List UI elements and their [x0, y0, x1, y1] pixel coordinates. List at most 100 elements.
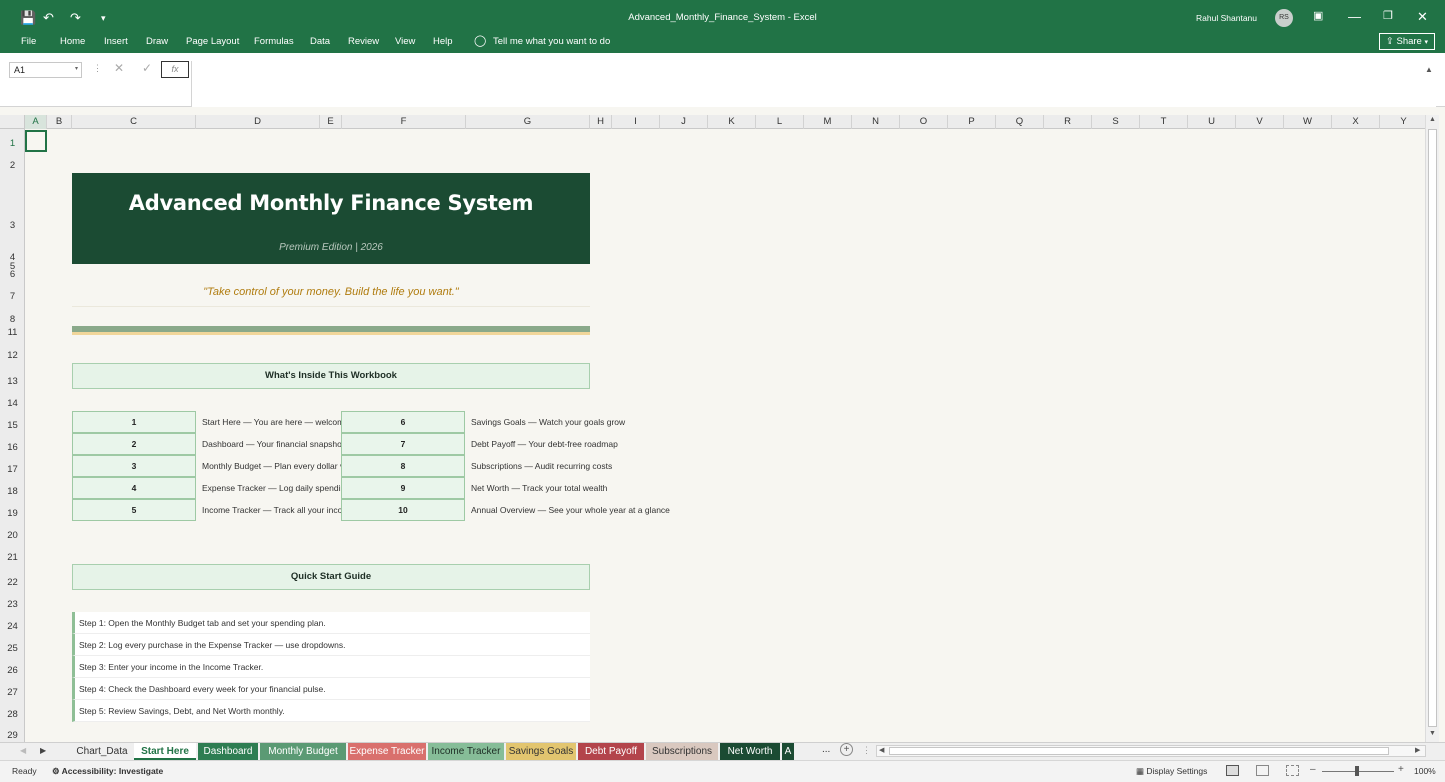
row-header[interactable]: 8 — [0, 314, 25, 325]
column-header[interactable]: L — [756, 115, 804, 129]
contents-number[interactable]: 8 — [341, 455, 465, 477]
row-header[interactable]: 19 — [0, 508, 25, 519]
select-all-corner[interactable] — [0, 115, 25, 129]
column-header[interactable]: E — [320, 115, 342, 129]
step-row[interactable]: Step 1: Open the Monthly Budget tab and … — [72, 612, 590, 634]
column-header[interactable]: C — [72, 115, 196, 129]
scroll-down-icon[interactable]: ▼ — [1429, 730, 1436, 737]
zoom-in-icon[interactable]: + — [1398, 764, 1404, 775]
contents-description[interactable]: Start Here — You are here — welcom — [197, 411, 341, 433]
vertical-scroll-thumb[interactable] — [1428, 129, 1437, 727]
avatar[interactable]: RS — [1275, 9, 1293, 27]
tell-me-search[interactable]: Tell me what you want to do — [493, 36, 610, 47]
column-header[interactable]: M — [804, 115, 852, 129]
row-header[interactable]: 13 — [0, 376, 25, 387]
user-name[interactable]: Rahul Shantanu — [1196, 13, 1257, 23]
column-header[interactable]: K — [708, 115, 756, 129]
page-layout-view-icon[interactable] — [1256, 765, 1269, 776]
tab-file[interactable]: File — [21, 36, 36, 47]
tab-view[interactable]: View — [395, 36, 415, 47]
step-row[interactable]: Step 2: Log every purchase in the Expens… — [72, 634, 590, 656]
horizontal-scrollbar[interactable]: ◀ ▶ — [876, 745, 1426, 757]
sheet-tab[interactable]: Expense Tracker — [348, 743, 426, 760]
horizontal-scroll-thumb[interactable] — [889, 747, 1389, 755]
row-header[interactable]: 22 — [0, 577, 25, 588]
prev-sheet-icon[interactable]: ◀ — [20, 746, 26, 755]
column-header[interactable]: V — [1236, 115, 1284, 129]
minimize-icon[interactable]: — — [1348, 9, 1361, 24]
scroll-right-icon[interactable]: ▶ — [1415, 746, 1420, 754]
column-header[interactable]: S — [1092, 115, 1140, 129]
column-header[interactable]: U — [1188, 115, 1236, 129]
sheet-tab[interactable]: Debt Payoff — [578, 743, 644, 760]
sheet-tab[interactable]: A — [782, 743, 794, 760]
row-header[interactable]: 25 — [0, 643, 25, 654]
sheet-tab[interactable]: Start Here — [134, 743, 196, 760]
step-row[interactable]: Step 5: Review Savings, Debt, and Net Wo… — [72, 700, 590, 722]
contents-number[interactable]: 5 — [72, 499, 196, 521]
contents-description[interactable]: Net Worth — Track your total wealth — [466, 477, 696, 499]
next-sheet-icon[interactable]: ▶ — [40, 746, 46, 755]
row-header[interactable]: 7 — [0, 291, 25, 302]
row-header[interactable]: 1 — [0, 138, 25, 149]
contents-number[interactable]: 2 — [72, 433, 196, 455]
tab-home[interactable]: Home — [60, 36, 85, 47]
zoom-out-icon[interactable]: – — [1310, 764, 1316, 775]
active-cell-a1[interactable] — [25, 130, 47, 152]
sheet-tab[interactable]: Dashboard — [198, 743, 258, 760]
enter-icon[interactable]: ✓ — [142, 61, 152, 75]
contents-number[interactable]: 7 — [341, 433, 465, 455]
row-header[interactable]: 16 — [0, 442, 25, 453]
column-header[interactable]: P — [948, 115, 996, 129]
contents-description[interactable]: Debt Payoff — Your debt-free roadmap — [466, 433, 696, 455]
row-header[interactable]: 17 — [0, 464, 25, 475]
column-header[interactable]: Y — [1380, 115, 1428, 129]
row-header[interactable]: 3 — [0, 220, 25, 231]
contents-description[interactable]: Savings Goals — Watch your goals grow — [466, 411, 696, 433]
column-header[interactable]: N — [852, 115, 900, 129]
scroll-up-icon[interactable]: ▲ — [1429, 116, 1436, 123]
column-header[interactable]: X — [1332, 115, 1380, 129]
row-header[interactable]: 26 — [0, 665, 25, 676]
column-header[interactable]: W — [1284, 115, 1332, 129]
tab-splitter-icon[interactable]: ⋮ — [862, 745, 871, 756]
sheet-tab[interactable]: Chart_Data — [72, 743, 132, 760]
contents-number[interactable]: 9 — [341, 477, 465, 499]
sheet-tab[interactable]: Income Tracker — [428, 743, 504, 760]
vertical-scrollbar[interactable]: ▲ ▼ — [1425, 115, 1439, 742]
contents-description[interactable]: Income Tracker — Track all your inco — [197, 499, 341, 521]
share-button[interactable]: ⇪ Share ▾ — [1378, 33, 1435, 50]
column-header[interactable]: T — [1140, 115, 1188, 129]
tab-draw[interactable]: Draw — [146, 36, 168, 47]
row-header[interactable]: 18 — [0, 486, 25, 497]
row-header[interactable]: 23 — [0, 599, 25, 610]
step-row[interactable]: Step 4: Check the Dashboard every week f… — [72, 678, 590, 700]
name-box[interactable]: A1 ▾ — [9, 62, 82, 78]
add-sheet-icon[interactable]: + — [840, 743, 853, 756]
tab-insert[interactable]: Insert — [104, 36, 128, 47]
contents-description[interactable]: Monthly Budget — Plan every dollar v — [197, 455, 341, 477]
section-quick-start[interactable]: Quick Start Guide — [72, 564, 590, 590]
column-header[interactable]: B — [47, 115, 72, 129]
row-header[interactable]: 20 — [0, 530, 25, 541]
sheet-tab[interactable]: Savings Goals — [506, 743, 576, 760]
normal-view-icon[interactable] — [1226, 765, 1239, 776]
contents-number[interactable]: 4 — [72, 477, 196, 499]
formula-input[interactable] — [191, 61, 1436, 107]
row-header[interactable]: 24 — [0, 621, 25, 632]
column-header[interactable]: J — [660, 115, 708, 129]
step-row[interactable]: Step 3: Enter your income in the Income … — [72, 656, 590, 678]
sheet-tab[interactable]: Subscriptions — [646, 743, 718, 760]
contents-description[interactable]: Subscriptions — Audit recurring costs — [466, 455, 696, 477]
column-header[interactable]: A — [25, 115, 47, 129]
column-header[interactable]: G — [466, 115, 590, 129]
tab-formulas[interactable]: Formulas — [254, 36, 294, 47]
section-whats-inside[interactable]: What's Inside This Workbook — [72, 363, 590, 389]
column-header[interactable]: H — [590, 115, 612, 129]
tab-data[interactable]: Data — [310, 36, 330, 47]
row-header[interactable]: 6 — [0, 269, 25, 280]
contents-description[interactable]: Expense Tracker — Log daily spending — [197, 477, 341, 499]
row-header[interactable]: 27 — [0, 687, 25, 698]
scroll-left-icon[interactable]: ◀ — [879, 746, 884, 754]
row-header[interactable]: 21 — [0, 552, 25, 563]
